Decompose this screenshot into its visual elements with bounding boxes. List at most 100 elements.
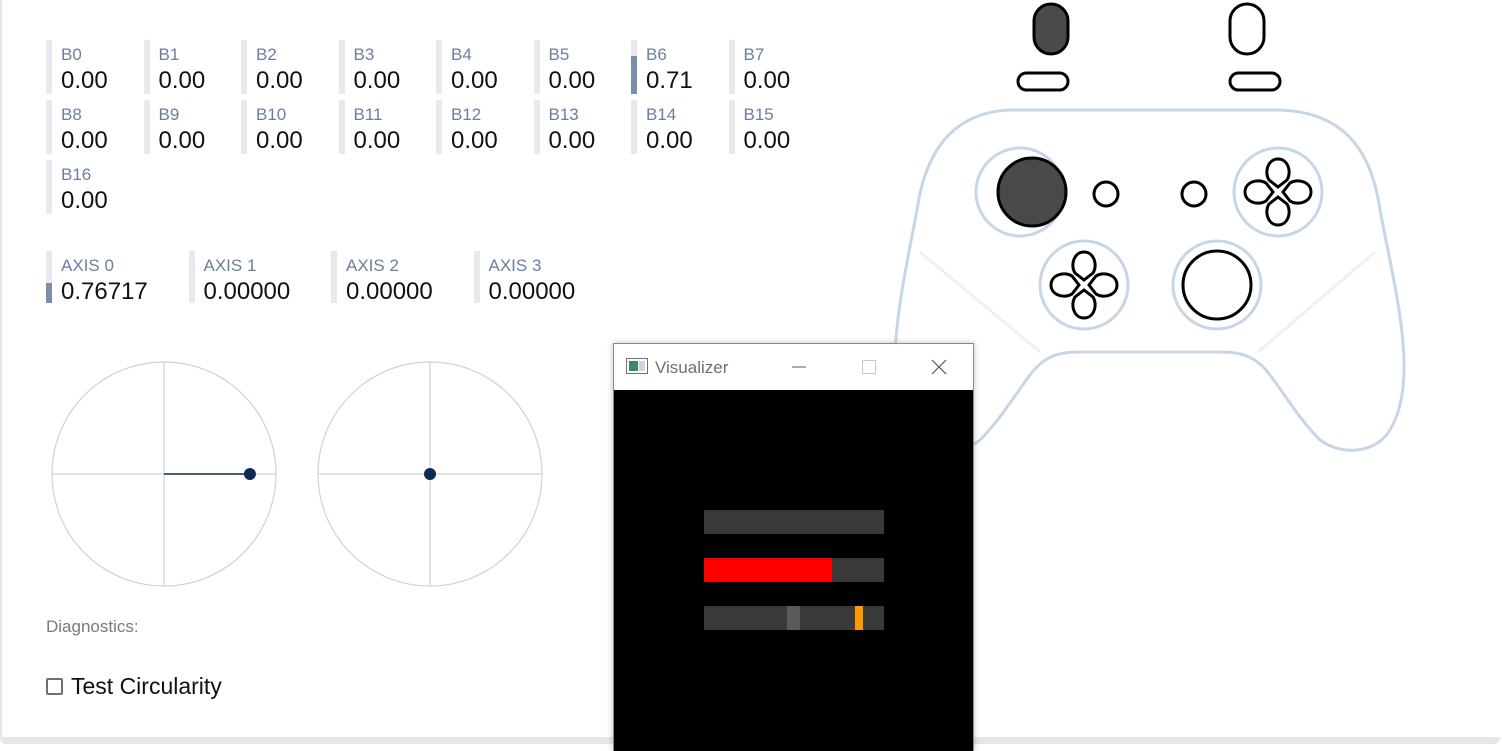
button-meter xyxy=(436,100,442,154)
button-value: 0.00 xyxy=(61,187,108,214)
left-trigger xyxy=(1032,2,1070,56)
axis-label: AXIS 3 xyxy=(488,256,542,275)
stick-plot-right xyxy=(317,361,543,587)
button-readout-b6: B6 0.71 xyxy=(631,40,711,94)
button-label: B3 xyxy=(353,45,375,64)
button-meter xyxy=(46,100,52,154)
button-value: 0.00 xyxy=(743,67,791,94)
button-meter xyxy=(728,40,735,94)
visualizer-titlebar[interactable]: Visualizer xyxy=(614,344,973,390)
button-meter xyxy=(46,160,52,214)
stick-plots-svg xyxy=(51,361,543,587)
button-label: B13 xyxy=(548,105,579,124)
button-meter xyxy=(46,40,52,94)
button-readout-b13: B13 0.00 xyxy=(533,100,614,154)
button-value: 0.00 xyxy=(256,67,303,94)
controller-grip-line-left xyxy=(919,250,1041,354)
visualizer-canvas xyxy=(614,390,973,751)
dpad-up xyxy=(1071,250,1097,282)
button-value: 0.00 xyxy=(158,67,206,94)
minimize-button[interactable] xyxy=(776,352,822,382)
button-meter xyxy=(338,100,345,154)
button-label: B11 xyxy=(353,105,383,124)
button-meter xyxy=(241,40,247,94)
button-readout-b10: B10 0.00 xyxy=(241,100,321,154)
button-meter xyxy=(533,100,540,154)
button-value: 0.00 xyxy=(451,127,498,154)
button-value: 0.00 xyxy=(353,127,401,154)
face-buttons xyxy=(1232,146,1324,238)
left-stick xyxy=(996,156,1068,228)
visualizer-bar-2 xyxy=(704,558,884,582)
button-readout-b4: B4 0.00 xyxy=(436,40,516,94)
button-label: B7 xyxy=(743,45,765,64)
visualizer-bar-3-value-marker xyxy=(854,606,863,630)
axis-meter xyxy=(46,251,52,303)
button-meter xyxy=(143,40,150,94)
visualizer-title: Visualizer xyxy=(655,358,729,377)
maximize-button[interactable] xyxy=(846,352,892,382)
axis-value: 0.76717 xyxy=(61,278,148,305)
visualizer-bar-3 xyxy=(704,606,884,630)
visualizer-window[interactable]: Visualizer xyxy=(613,343,974,751)
button-readout-b15: B15 0.00 xyxy=(728,100,809,154)
button-meter xyxy=(338,40,345,94)
axis-value: 0.00000 xyxy=(203,278,291,305)
button-label: B8 xyxy=(61,105,82,124)
maximize-icon xyxy=(862,360,876,374)
button-value: 0.00 xyxy=(61,127,108,154)
axis-value: 0.00000 xyxy=(488,278,576,305)
button-value: 0.00 xyxy=(548,67,596,94)
button-label: B4 xyxy=(451,45,472,64)
button-meter xyxy=(728,100,735,154)
axis-value: 0.00000 xyxy=(346,278,433,305)
test-circularity-option[interactable]: Test Circularity xyxy=(46,673,222,699)
button-meter-fill xyxy=(631,55,637,94)
button-value: 0.00 xyxy=(256,127,303,154)
button-readout-b12: B12 0.00 xyxy=(436,100,516,154)
button-label: B12 xyxy=(451,105,482,124)
stick-plot-left-dot xyxy=(243,468,256,480)
button-value: 0.00 xyxy=(548,127,596,154)
axis-label: AXIS 1 xyxy=(203,256,257,275)
axis-meter xyxy=(473,251,480,303)
button-value: 0.71 xyxy=(646,67,693,94)
close-button[interactable] xyxy=(916,352,962,382)
button-readout-b9: B9 0.00 xyxy=(143,100,224,154)
left-bumper xyxy=(1016,71,1070,92)
button-value: 0.00 xyxy=(743,127,791,154)
button-readout-b16: B16 0.00 xyxy=(46,160,126,214)
button-readout-b1: B1 0.00 xyxy=(143,40,224,94)
axis-label: AXIS 0 xyxy=(61,256,114,275)
axis-meter-fill xyxy=(46,283,52,303)
dpad-down xyxy=(1071,288,1097,320)
button-label: B15 xyxy=(743,105,774,124)
button-label: B16 xyxy=(61,165,92,184)
axis-meter xyxy=(331,251,337,303)
diagnostics-label: Diagnostics: xyxy=(46,617,139,636)
view-button xyxy=(1092,180,1120,208)
face-button-right xyxy=(1281,179,1313,205)
test-circularity-checkbox[interactable] xyxy=(46,677,63,695)
face-button-bottom xyxy=(1265,195,1291,227)
button-readout-b5: B5 0.00 xyxy=(533,40,614,94)
test-circularity-label[interactable]: Test Circularity xyxy=(71,673,222,700)
menu-button xyxy=(1180,180,1208,208)
button-label: B0 xyxy=(61,45,82,64)
button-meter xyxy=(631,40,637,94)
button-meter xyxy=(631,100,637,154)
button-readout-b7: B7 0.00 xyxy=(728,40,809,94)
button-readout-b3: B3 0.00 xyxy=(338,40,419,94)
button-label: B9 xyxy=(158,105,180,124)
button-value: 0.00 xyxy=(61,67,108,94)
button-label: B10 xyxy=(256,105,287,124)
right-bumper xyxy=(1228,71,1282,92)
button-label: B5 xyxy=(548,45,570,64)
axis-readout-3: AXIS 3 0.00000 xyxy=(473,251,604,305)
axis-readout-0: AXIS 0 0.76717 xyxy=(46,251,176,305)
visualizer-bar-3-center-marker xyxy=(787,606,800,630)
face-button-top xyxy=(1265,157,1291,189)
visualizer-bar-2-fill xyxy=(704,558,832,582)
axis-readout-2: AXIS 2 0.00000 xyxy=(331,251,461,305)
button-readout-b0: B0 0.00 xyxy=(46,40,126,94)
